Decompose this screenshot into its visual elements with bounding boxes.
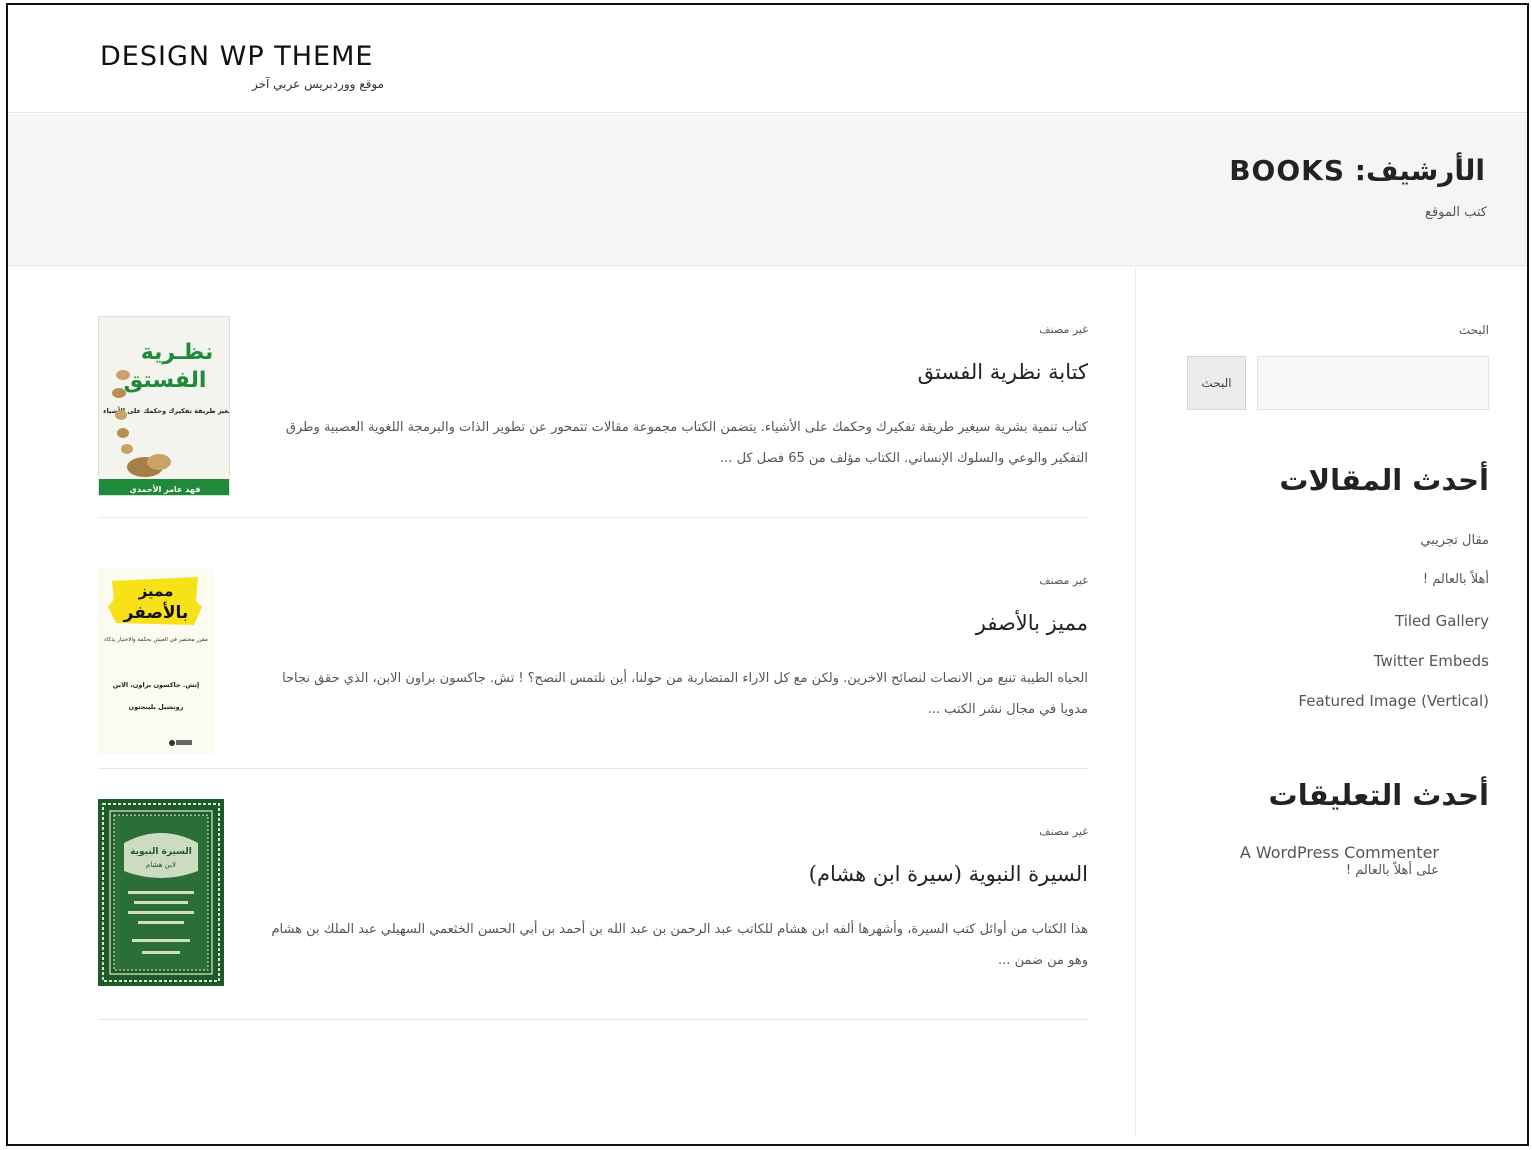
sidebar: البحث البحث أحدث المقالات مقال تجريبي أه… bbox=[1136, 267, 1527, 1137]
recent-posts-title: أحدث المقالات bbox=[1279, 463, 1489, 497]
recent-comments-title: أحدث التعليقات bbox=[1268, 778, 1489, 812]
site-header: DESIGN WP THEME موقع ووردبريس عربي آخر bbox=[8, 5, 1527, 113]
cover-author: إتش. جاكسون براون، الابن bbox=[113, 681, 199, 689]
book-cover-image: السيرة النبوية لابن هشام bbox=[98, 799, 224, 986]
recent-post-link[interactable]: أهلاً بالعالم ! bbox=[1423, 572, 1489, 587]
page-frame: DESIGN WP THEME موقع ووردبريس عربي آخر ا… bbox=[6, 3, 1529, 1146]
comment-post-link[interactable]: على أهلاً بالعالم ! bbox=[1346, 863, 1439, 878]
site-description: موقع ووردبريس عربي آخر bbox=[251, 77, 384, 91]
post-item: السيرة النبوية لابن هشام غير مصنف السيرة… bbox=[98, 769, 1088, 1020]
post-thumbnail[interactable]: السيرة النبوية لابن هشام bbox=[98, 799, 224, 986]
cover-title-line1: السيرة النبوية bbox=[130, 847, 192, 857]
post-excerpt: الحياه الطيبة تنبع من الانصات لنصائح الا… bbox=[282, 671, 1088, 717]
site-title[interactable]: DESIGN WP THEME bbox=[100, 41, 373, 72]
cover-title-line1: مميز bbox=[138, 582, 174, 600]
recent-post-link[interactable]: Twitter Embeds bbox=[1374, 652, 1489, 670]
book-cover-image: نظـرية الفستق كتاب سيغير طريقة تفكيرك وح… bbox=[99, 317, 229, 495]
post-excerpt: هذا الكتاب من أوائل كتب السيرة، وأشهرها … bbox=[271, 922, 1089, 968]
archive-description: كتب الموقع bbox=[1425, 205, 1487, 220]
post-thumbnail[interactable]: مميز بالأصفر مقرر مختصر في العيش بحكمة و… bbox=[98, 567, 213, 754]
post-item: نظـرية الفستق كتاب سيغير طريقة تفكيرك وح… bbox=[98, 267, 1088, 518]
search-input[interactable] bbox=[1257, 356, 1489, 410]
post-list: نظـرية الفستق كتاب سيغير طريقة تفكيرك وح… bbox=[98, 267, 1088, 1020]
recent-post-link[interactable]: Featured Image (Vertical) bbox=[1298, 692, 1489, 710]
cover-author: فهد عامر الأحمدي bbox=[130, 484, 201, 494]
post-excerpt: كتاب تنمية بشرية سيغير طريقة تفكيرك وحكم… bbox=[285, 420, 1088, 466]
post-title[interactable]: مميز بالأصفر bbox=[976, 611, 1088, 635]
cover-title-line2: بالأصفر bbox=[123, 602, 189, 623]
book-cover-image: مميز بالأصفر مقرر مختصر في العيش بحكمة و… bbox=[98, 567, 213, 754]
post-title[interactable]: كتابة نظرية الفستق bbox=[918, 360, 1088, 384]
post-item: مميز بالأصفر مقرر مختصر في العيش بحكمة و… bbox=[98, 518, 1088, 769]
post-title[interactable]: السيرة النبوية (سيرة ابن هشام) bbox=[809, 862, 1088, 886]
archive-header: الأرشيف: BOOKS كتب الموقع bbox=[8, 114, 1527, 266]
search-label: البحث bbox=[1458, 323, 1489, 337]
cover-translator: روتشيل بلينجتون bbox=[129, 703, 184, 711]
search-button[interactable]: البحث bbox=[1187, 356, 1246, 410]
archive-title: الأرشيف: BOOKS bbox=[1229, 154, 1485, 187]
recent-post-link[interactable]: مقال تجريبي bbox=[1420, 533, 1489, 548]
post-category[interactable]: غير مصنف bbox=[1039, 574, 1088, 587]
cover-subtitle: مقرر مختصر في العيش بحكمة والاختيار بذكا… bbox=[104, 636, 208, 643]
cover-title-line1: نظـرية bbox=[141, 340, 214, 365]
post-category[interactable]: غير مصنف bbox=[1039, 323, 1088, 336]
post-category[interactable]: غير مصنف bbox=[1039, 825, 1088, 838]
recent-post-link[interactable]: Tiled Gallery bbox=[1395, 612, 1489, 630]
cover-title-line2: الفستق bbox=[124, 368, 207, 393]
cover-title-line2: لابن هشام bbox=[146, 861, 176, 869]
comment-author-link[interactable]: A WordPress Commenter bbox=[1240, 843, 1439, 862]
post-thumbnail[interactable]: نظـرية الفستق كتاب سيغير طريقة تفكيرك وح… bbox=[98, 316, 230, 496]
